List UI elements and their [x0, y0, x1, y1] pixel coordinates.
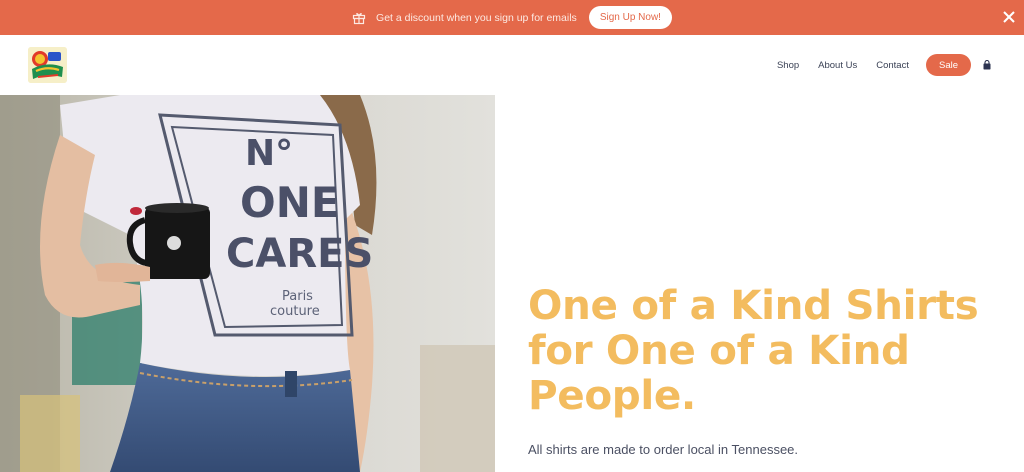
- main-nav: Shop About Us Contact Sale: [758, 54, 992, 76]
- nav-shop[interactable]: Shop: [777, 60, 799, 71]
- hero-subtext: All shirts are made to order local in Te…: [528, 442, 799, 457]
- hero-headline-line2: for One of a Kind: [528, 326, 910, 374]
- announcement-bar: Get a discount when you sign up for emai…: [0, 0, 1024, 35]
- shopping-bag-icon[interactable]: [982, 60, 992, 70]
- shirt-text-line5: couture: [270, 304, 320, 319]
- shirt-text-line3: CARES: [226, 231, 373, 277]
- hero-headline-line1: One of a Kind Shirts: [528, 281, 979, 329]
- site-header: Shop About Us Contact Sale: [0, 35, 1024, 95]
- sale-button[interactable]: Sale: [925, 54, 971, 76]
- announcement-message: Get a discount when you sign up for emai…: [376, 11, 577, 24]
- hero-headline: One of a Kind Shirts for One of a Kind P…: [528, 283, 1008, 418]
- shirt-text-line2: ONE: [240, 178, 340, 227]
- close-icon[interactable]: [1000, 8, 1018, 26]
- site-logo[interactable]: [28, 47, 67, 83]
- shirt-text-line1: N°: [245, 133, 293, 174]
- hero-headline-line3: People.: [528, 371, 696, 419]
- nav-about-us[interactable]: About Us: [818, 60, 857, 71]
- sign-up-button[interactable]: Sign Up Now!: [588, 6, 672, 29]
- shirt-text-line4: Paris: [282, 289, 313, 304]
- nav-contact[interactable]: Contact: [876, 60, 909, 71]
- hero-image: N° ONE CARES Paris couture: [0, 95, 495, 472]
- gift-icon: [352, 11, 366, 25]
